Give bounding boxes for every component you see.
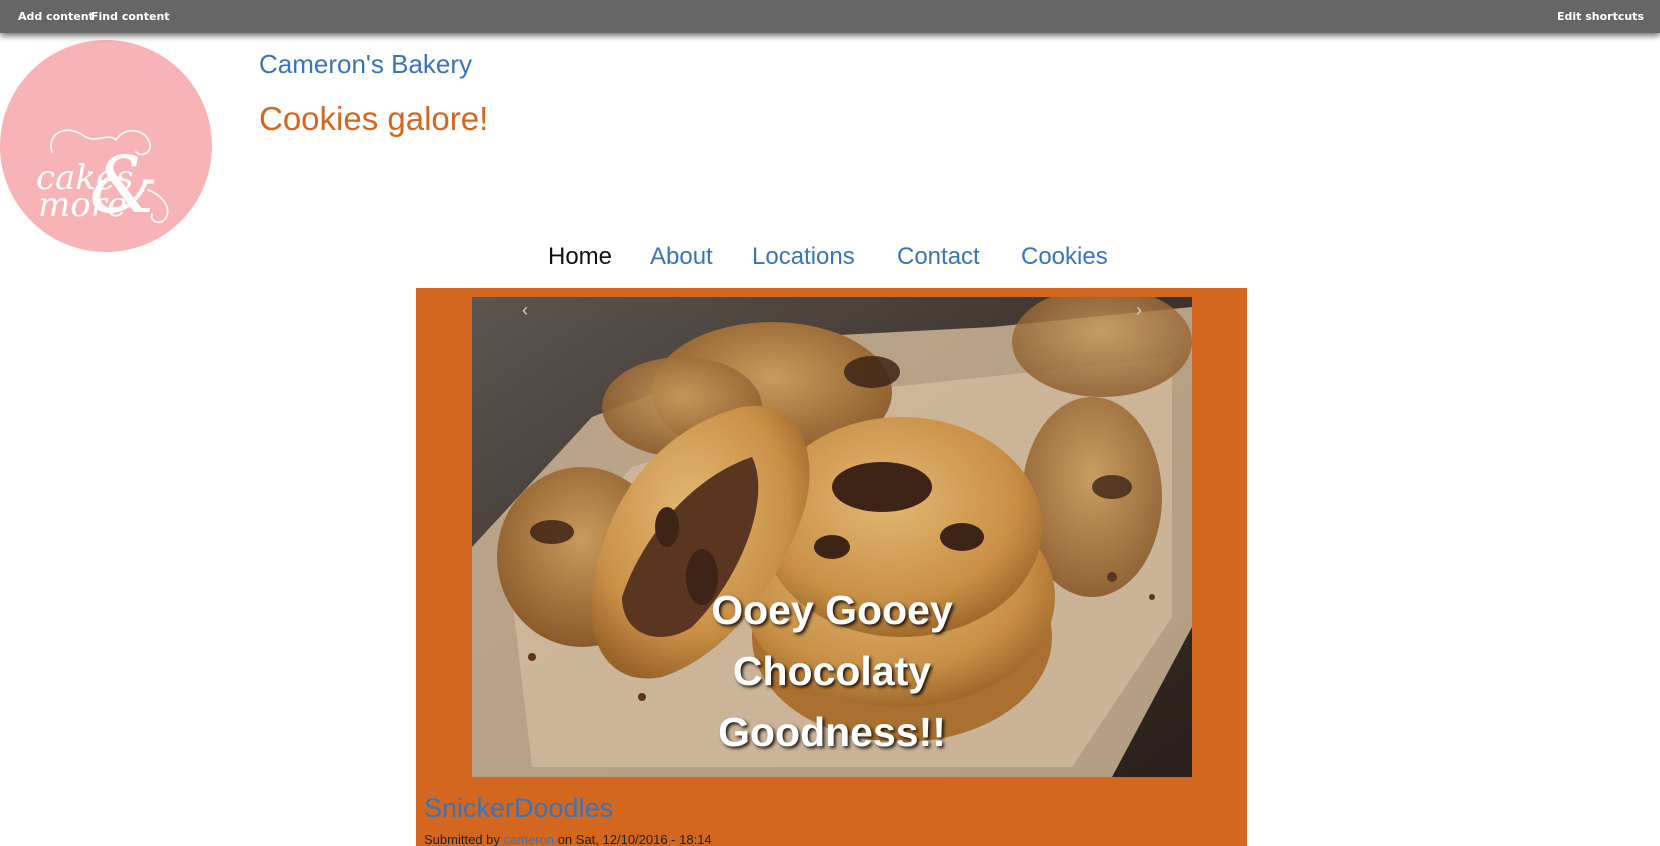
nav-item-home[interactable]: Home — [548, 243, 612, 271]
caption-line-1: Ooey Gooey — [711, 587, 953, 633]
site-name-link[interactable]: Cameron's Bakery — [259, 49, 472, 80]
nav-item-about[interactable]: About — [650, 243, 713, 271]
add-content-link[interactable]: Add content — [18, 10, 94, 23]
caption-line-2: Chocolaty — [732, 648, 932, 694]
logo-artwork: & cakes more — [36, 129, 169, 231]
slider-prev-icon[interactable]: ‹ — [522, 301, 528, 319]
content-region: ‹ › Ooey Gooey Chocolaty Goodness!! Snic… — [416, 288, 1247, 846]
nav-item-contact[interactable]: Contact — [897, 243, 980, 271]
slide-caption: Ooey Gooey Chocolaty Goodness!! — [472, 580, 1192, 763]
find-content-link[interactable]: Find content — [91, 10, 170, 23]
node-submitted-info: Submitted by cameron on Sat, 12/10/2016 … — [424, 832, 712, 846]
svg-text:more: more — [38, 185, 127, 225]
nav-item-cookies[interactable]: Cookies — [1021, 243, 1108, 271]
slider-next-icon[interactable]: › — [1136, 301, 1142, 319]
submitted-date: on Sat, 12/10/2016 - 18:14 — [557, 832, 712, 846]
site-logo[interactable]: & cakes more — [0, 40, 212, 252]
caption-line-3: Goodness!! — [718, 709, 946, 755]
site-slogan: Cookies galore! — [259, 100, 489, 137]
author-link[interactable]: cameron — [504, 832, 555, 846]
admin-toolbar: Add content Find content Edit shortcuts — [0, 0, 1660, 33]
nav-item-locations[interactable]: Locations — [752, 243, 855, 271]
submitted-prefix: Submitted by — [424, 832, 500, 846]
main-navigation: Home About Locations Contact Cookies — [0, 243, 1660, 279]
node-title-link[interactable]: SnickerDoodles — [424, 793, 613, 824]
edit-shortcuts-link[interactable]: Edit shortcuts — [1557, 10, 1644, 23]
image-slider[interactable]: ‹ › Ooey Gooey Chocolaty Goodness!! — [472, 297, 1192, 777]
